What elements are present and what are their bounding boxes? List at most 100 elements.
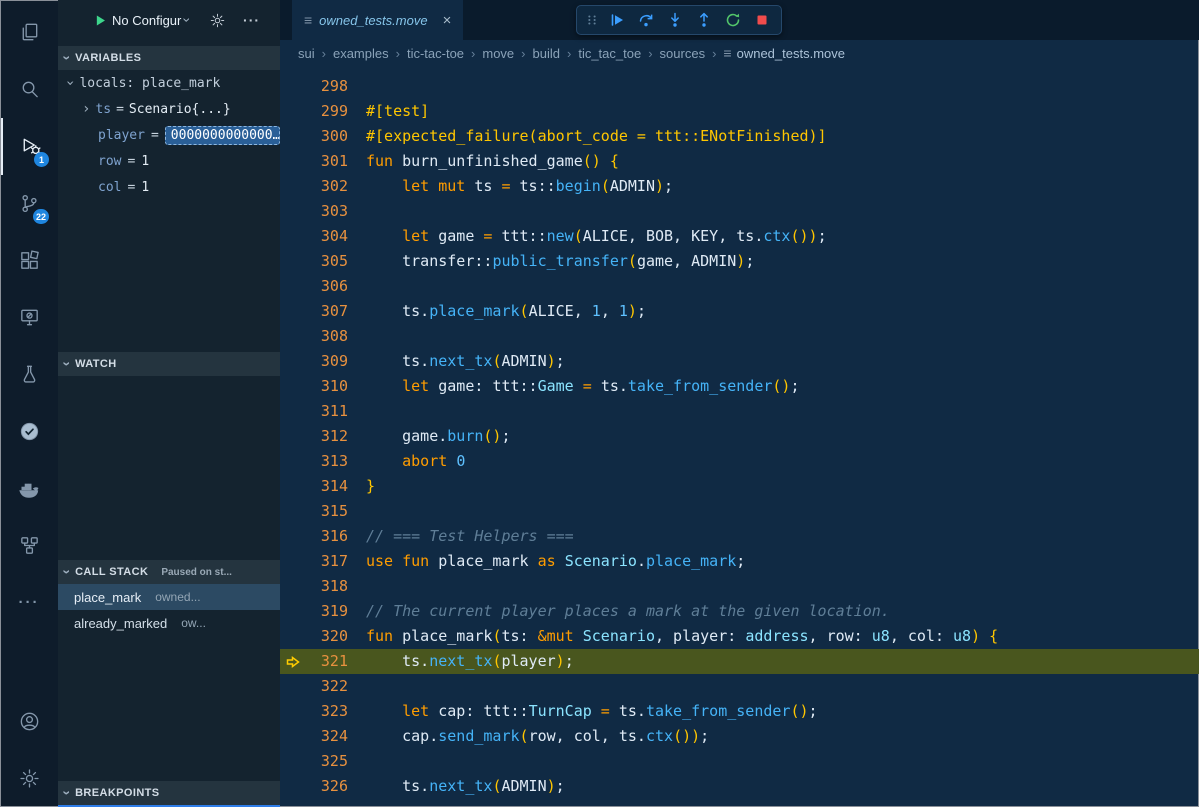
breakpoint-gutter[interactable] bbox=[280, 574, 306, 599]
variable-ts[interactable]: › ts = Scenario{...} bbox=[58, 96, 280, 122]
breakpoint-gutter[interactable] bbox=[280, 349, 306, 374]
continue-button[interactable] bbox=[604, 7, 630, 33]
breakpoint-gutter[interactable] bbox=[280, 249, 306, 274]
line-number[interactable]: 319 bbox=[306, 599, 348, 624]
close-icon[interactable]: × bbox=[443, 12, 452, 29]
variables-header[interactable]: › VARIABLES bbox=[58, 46, 280, 70]
code-line[interactable]: 301fun burn_unfinished_game() { bbox=[280, 149, 1199, 174]
code-line[interactable]: 309 ts.next_tx(ADMIN); bbox=[280, 349, 1199, 374]
breakpoint-gutter[interactable] bbox=[280, 749, 306, 774]
line-number[interactable]: 305 bbox=[306, 249, 348, 274]
breakpoint-gutter[interactable] bbox=[280, 199, 306, 224]
step-over-button[interactable] bbox=[633, 7, 659, 33]
code-line[interactable]: 302 let mut ts = ts::begin(ADMIN); bbox=[280, 174, 1199, 199]
scope-locals[interactable]: › locals: place_mark bbox=[58, 70, 280, 96]
breakpoint-gutter[interactable] bbox=[280, 299, 306, 324]
line-number[interactable]: 326 bbox=[306, 774, 348, 799]
activity-hierarchy[interactable] bbox=[1, 517, 57, 574]
breakpoint-gutter[interactable] bbox=[280, 549, 306, 574]
code-line[interactable]: 300#[expected_failure(abort_code = ttt::… bbox=[280, 124, 1199, 149]
line-number[interactable]: 308 bbox=[306, 324, 348, 349]
restart-button[interactable] bbox=[720, 7, 746, 33]
code-line[interactable]: 321 ts.next_tx(player); bbox=[280, 649, 1199, 674]
breakpoint-gutter[interactable] bbox=[280, 174, 306, 199]
code-line[interactable]: 299#[test] bbox=[280, 99, 1199, 124]
line-number[interactable]: 323 bbox=[306, 699, 348, 724]
line-number[interactable]: 325 bbox=[306, 749, 348, 774]
line-number[interactable]: 316 bbox=[306, 524, 348, 549]
breakpoint-gutter[interactable] bbox=[280, 424, 306, 449]
code-line[interactable]: 304 let game = ttt::new(ALICE, BOB, KEY,… bbox=[280, 224, 1199, 249]
breakpoint-gutter[interactable] bbox=[280, 124, 306, 149]
breakpoint-gutter[interactable] bbox=[280, 699, 306, 724]
breakpoint-gutter[interactable] bbox=[280, 624, 306, 649]
line-number[interactable]: 300 bbox=[306, 124, 348, 149]
activity-more[interactable]: ··· bbox=[1, 574, 57, 631]
activity-run-debug[interactable]: 1 bbox=[1, 118, 57, 175]
breakpoint-gutter[interactable] bbox=[280, 774, 306, 799]
code-line[interactable]: 318 bbox=[280, 574, 1199, 599]
code-line[interactable]: 307 ts.place_mark(ALICE, 1, 1); bbox=[280, 299, 1199, 324]
line-number[interactable]: 307 bbox=[306, 299, 348, 324]
breadcrumb-item[interactable]: move bbox=[482, 46, 514, 61]
activity-explorer[interactable] bbox=[1, 4, 57, 61]
activity-search[interactable] bbox=[1, 61, 57, 118]
breakpoint-gutter[interactable] bbox=[280, 499, 306, 524]
line-number[interactable]: 302 bbox=[306, 174, 348, 199]
code-line[interactable]: 323 let cap: ttt::TurnCap = ts.take_from… bbox=[280, 699, 1199, 724]
start-debugging-button[interactable] bbox=[94, 14, 107, 27]
activity-account[interactable] bbox=[1, 693, 57, 750]
breadcrumb-item[interactable]: tic_tac_toe bbox=[578, 46, 641, 61]
line-number[interactable]: 314 bbox=[306, 474, 348, 499]
code-line[interactable]: 324 cap.send_mark(row, col, ts.ctx()); bbox=[280, 724, 1199, 749]
activity-docker[interactable] bbox=[1, 460, 57, 517]
code-line[interactable]: 310 let game: ttt::Game = ts.take_from_s… bbox=[280, 374, 1199, 399]
breadcrumb-item[interactable]: tic-tac-toe bbox=[407, 46, 464, 61]
drag-handle[interactable] bbox=[583, 12, 601, 28]
line-number[interactable]: 317 bbox=[306, 549, 348, 574]
code-line[interactable]: 314} bbox=[280, 474, 1199, 499]
breakpoint-gutter[interactable] bbox=[280, 224, 306, 249]
breadcrumb-item[interactable]: build bbox=[533, 46, 560, 61]
activity-source-control[interactable]: 22 bbox=[1, 175, 57, 232]
watch-header[interactable]: › WATCH bbox=[58, 352, 280, 376]
line-number[interactable]: 310 bbox=[306, 374, 348, 399]
code-line[interactable]: 308 bbox=[280, 324, 1199, 349]
code-line[interactable]: 322 bbox=[280, 674, 1199, 699]
activity-extensions[interactable] bbox=[1, 232, 57, 289]
line-number[interactable]: 312 bbox=[306, 424, 348, 449]
stack-frame[interactable]: already_marked ow... bbox=[58, 610, 280, 636]
breakpoints-header[interactable]: › BREAKPOINTS bbox=[58, 781, 280, 805]
code-line[interactable]: 317use fun place_mark as Scenario.place_… bbox=[280, 549, 1199, 574]
line-number[interactable]: 321 bbox=[306, 649, 348, 674]
code-line[interactable]: 319// The current player places a mark a… bbox=[280, 599, 1199, 624]
code-line[interactable]: 315 bbox=[280, 499, 1199, 524]
code-line[interactable]: 303 bbox=[280, 199, 1199, 224]
stop-button[interactable] bbox=[749, 7, 775, 33]
activity-settings[interactable] bbox=[1, 750, 57, 807]
line-number[interactable]: 298 bbox=[306, 74, 348, 99]
line-number[interactable]: 322 bbox=[306, 674, 348, 699]
breakpoint-gutter[interactable] bbox=[280, 274, 306, 299]
line-number[interactable]: 315 bbox=[306, 499, 348, 524]
breakpoint-gutter[interactable] bbox=[280, 599, 306, 624]
code-line[interactable]: 316// === Test Helpers === bbox=[280, 524, 1199, 549]
activity-testing[interactable] bbox=[1, 346, 57, 403]
debug-settings-button[interactable] bbox=[209, 12, 226, 29]
more-actions-button[interactable]: ··· bbox=[243, 12, 260, 28]
debug-current-line-arrow[interactable] bbox=[280, 649, 306, 674]
breadcrumb-item[interactable]: ≡owned_tests.move bbox=[723, 45, 845, 61]
variable-player[interactable]: player = 0000000000000… bbox=[58, 122, 280, 148]
activity-task-check[interactable] bbox=[1, 403, 57, 460]
breadcrumb-item[interactable]: examples bbox=[333, 46, 389, 61]
variable-value-selected[interactable]: 0000000000000… bbox=[165, 126, 280, 145]
breakpoint-gutter[interactable] bbox=[280, 524, 306, 549]
variable-col[interactable]: col = 1 bbox=[58, 174, 280, 200]
code-line[interactable]: 312 game.burn(); bbox=[280, 424, 1199, 449]
breakpoint-gutter[interactable] bbox=[280, 374, 306, 399]
line-number[interactable]: 303 bbox=[306, 199, 348, 224]
line-number[interactable]: 309 bbox=[306, 349, 348, 374]
code-line[interactable]: 320fun place_mark(ts: &mut Scenario, pla… bbox=[280, 624, 1199, 649]
line-number[interactable]: 318 bbox=[306, 574, 348, 599]
line-number[interactable]: 320 bbox=[306, 624, 348, 649]
